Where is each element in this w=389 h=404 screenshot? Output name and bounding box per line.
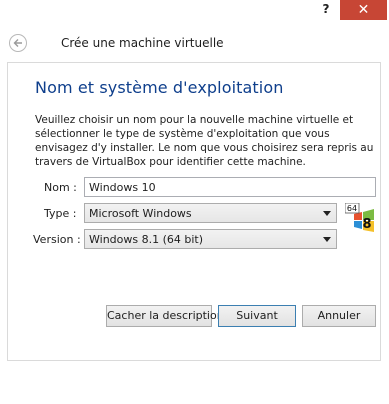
os-icon-digit: 8 <box>362 217 371 232</box>
name-label: Nom : <box>44 181 77 194</box>
back-button[interactable] <box>9 34 27 52</box>
version-select[interactable]: Windows 8.1 (64 bit) <box>84 229 337 249</box>
type-select[interactable]: Microsoft Windows <box>84 203 337 223</box>
type-select-value: Microsoft Windows <box>89 207 192 220</box>
close-button[interactable]: ✕ <box>340 0 387 20</box>
wizard-title: Crée une machine virtuelle <box>61 36 224 50</box>
os-icon-badge: 64 <box>347 204 357 213</box>
back-arrow-icon <box>13 39 22 47</box>
name-input-value: Windows 10 <box>89 181 156 194</box>
cancel-button[interactable]: Annuler <box>302 305 376 327</box>
title-bar: ? ✕ <box>0 0 389 22</box>
type-label: Type : <box>44 207 77 220</box>
hide-description-button[interactable]: Cacher la description <box>106 305 224 327</box>
dropdown-arrow-icon <box>323 237 331 242</box>
dropdown-arrow-icon <box>323 211 331 216</box>
help-icon[interactable]: ? <box>319 2 333 18</box>
version-label: Version : <box>33 233 81 246</box>
version-select-value: Windows 8.1 (64 bit) <box>89 233 204 246</box>
page-description: Veuillez choisir un nom pour la nouvelle… <box>35 114 374 168</box>
os-windows-64-icon: 64 8 <box>345 203 377 235</box>
name-input[interactable]: Windows 10 <box>84 177 376 197</box>
wizard-header: Crée une machine virtuelle <box>0 22 389 62</box>
close-icon: ✕ <box>357 2 370 18</box>
next-button[interactable]: Suivant <box>218 305 296 327</box>
page-title: Nom et système d'exploitation <box>35 78 284 97</box>
